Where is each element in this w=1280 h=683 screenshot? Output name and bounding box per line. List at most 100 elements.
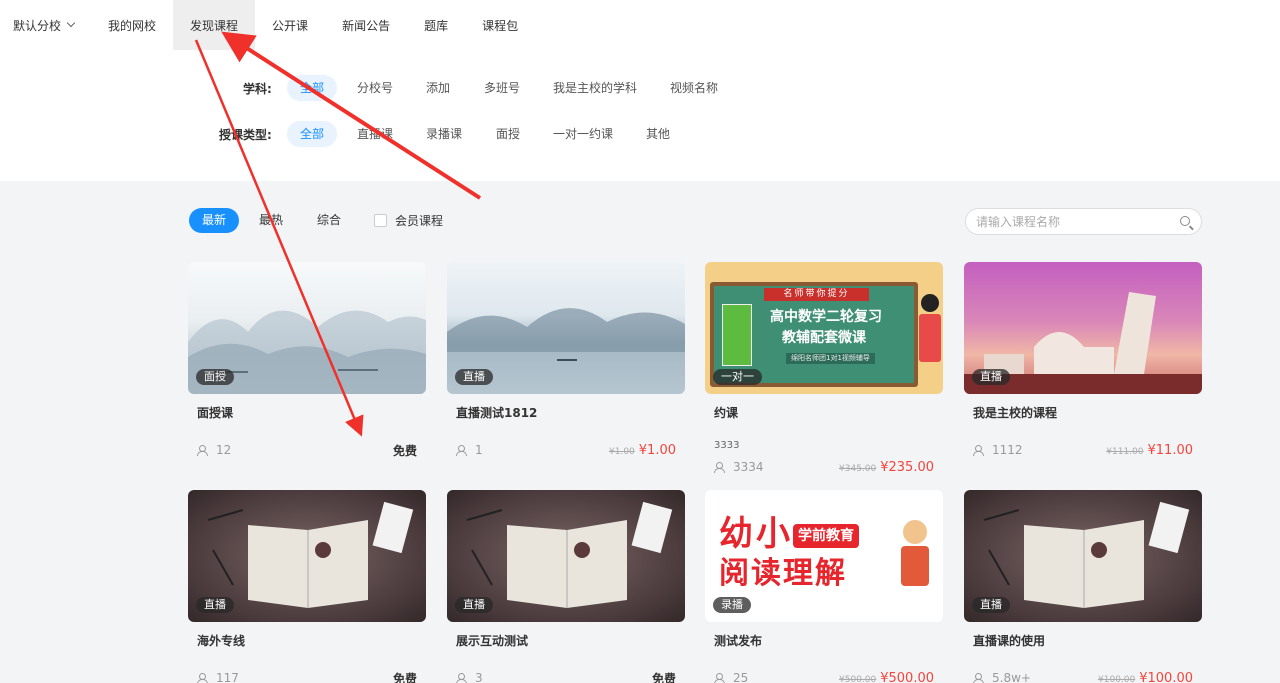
top-nav: 默认分校 我的网校 发现课程 公开课 新闻公告 题库 课程包 — [0, 0, 1280, 50]
course-type-badge: 直播 — [455, 369, 493, 385]
free-label: 免费 — [392, 671, 417, 683]
student-count-value: 12 — [216, 443, 232, 457]
course-card[interactable]: 幼小 学前教育 阅读理解 录播 测试发布 25 ¥500.00 ¥500.00 — [705, 490, 943, 683]
sort-overall[interactable]: 综合 — [304, 208, 354, 233]
chevron-down-icon — [66, 18, 76, 28]
course-thumbnail[interactable]: 直播 — [964, 490, 1202, 622]
user-icon — [456, 672, 469, 683]
student-count: 117 — [197, 671, 239, 683]
nav-news[interactable]: 新闻公告 — [325, 0, 407, 50]
course-price: ¥1.00 ¥1.00 — [609, 443, 676, 458]
course-title[interactable]: 直播测试1812 — [456, 404, 537, 421]
nav-my-school[interactable]: 我的网校 — [91, 0, 173, 50]
teacher-figure-head — [921, 294, 939, 312]
type-chip-one-on-one[interactable]: 一对一约课 — [540, 121, 626, 147]
current-price: ¥11.00 — [1147, 442, 1194, 458]
poster-line2: 教辅配套微课 — [782, 330, 866, 346]
student-count-value: 1112 — [992, 443, 1023, 457]
course-title[interactable]: 面授课 — [197, 404, 233, 421]
user-icon — [197, 672, 210, 683]
search-input[interactable] — [976, 209, 1166, 234]
course-card[interactable]: 直播 直播测试1812 1 ¥1.00 ¥1.00 — [447, 262, 685, 458]
poster-tag: 名师带你提分 — [764, 288, 869, 301]
course-card[interactable]: 直播 我是主校的课程 1112 ¥111.00 ¥11.00 — [964, 262, 1202, 458]
course-title[interactable]: 海外专线 — [197, 632, 245, 649]
original-price: ¥111.00 — [1106, 446, 1144, 457]
kids-illustration — [895, 520, 939, 614]
nav-discover-courses[interactable]: 发现课程 — [173, 0, 256, 50]
sort-hottest[interactable]: 最热 — [246, 208, 296, 233]
subject-chip-main[interactable]: 我是主校的学科 — [540, 75, 650, 101]
type-chip-live[interactable]: 直播课 — [344, 121, 406, 147]
nav-course-package[interactable]: 课程包 — [465, 0, 535, 50]
course-title[interactable]: 展示互动测试 — [456, 632, 528, 649]
course-thumbnail[interactable]: 面授 — [188, 262, 426, 394]
branch-selector[interactable]: 默认分校 — [0, 0, 91, 50]
type-filter-row: 授课类型: 全部 直播课 录播课 面授 一对一约课 其他 — [0, 121, 1280, 147]
subject-chip-add[interactable]: 添加 — [413, 75, 463, 101]
type-chip-other[interactable]: 其他 — [633, 121, 683, 147]
type-label: 授课类型: — [219, 127, 272, 142]
search-icon[interactable] — [1180, 216, 1190, 226]
subject-label: 学科: — [243, 81, 272, 96]
current-price: ¥235.00 — [880, 459, 934, 475]
student-count-value: 117 — [216, 671, 239, 683]
student-count: 3334 — [714, 460, 764, 474]
course-meta: 1112 ¥111.00 ¥11.00 — [973, 440, 1193, 460]
type-chip-all[interactable]: 全部 — [287, 121, 338, 147]
course-meta: 3 免费 — [456, 668, 676, 683]
course-meta: 12 免费 — [197, 440, 417, 460]
course-thumbnail[interactable]: 名师带你提分 高中数学二轮复习 教辅配套微课 绵阳名师团1对1视频辅导 一对一 — [705, 262, 943, 394]
course-meta: 3334 ¥345.00 ¥235.00 — [714, 457, 934, 477]
free-label: 免费 — [392, 443, 417, 458]
subject-chip-branch[interactable]: 分校号 — [344, 75, 406, 101]
type-chip-offline[interactable]: 面授 — [483, 121, 533, 147]
member-course-filter[interactable]: 会员课程 — [374, 212, 443, 229]
current-price: ¥500.00 — [880, 670, 934, 683]
course-title[interactable]: 约课 — [714, 404, 738, 421]
student-count: 25 — [714, 671, 748, 683]
course-card[interactable]: 直播 直播课的使用 5.8w+ ¥100.00 ¥100.00 — [964, 490, 1202, 683]
member-checkbox[interactable] — [374, 214, 387, 227]
original-price: ¥345.00 — [839, 463, 877, 474]
course-card[interactable]: 直播 展示互动测试 3 免费 — [447, 490, 685, 683]
book-image — [722, 304, 752, 366]
free-label: 免费 — [651, 671, 676, 683]
current-price: ¥1.00 — [638, 442, 676, 458]
student-count: 1112 — [973, 443, 1023, 457]
course-price: ¥100.00 ¥100.00 — [1098, 671, 1193, 683]
course-thumbnail[interactable]: 直播 — [447, 262, 685, 394]
nav-question-bank[interactable]: 题库 — [407, 0, 465, 50]
course-card[interactable]: 面授 面授课 12 免费 — [188, 262, 426, 458]
course-price: ¥500.00 ¥500.00 — [839, 671, 934, 683]
student-count: 5.8w+ — [973, 671, 1031, 683]
user-icon — [973, 444, 986, 456]
teacher-figure-body — [919, 314, 941, 362]
course-title[interactable]: 直播课的使用 — [973, 632, 1045, 649]
course-thumbnail[interactable]: 直播 — [964, 262, 1202, 394]
subject-chip-multi[interactable]: 多班号 — [471, 75, 533, 101]
poster-big-text-2: 阅读理解 — [719, 556, 847, 591]
course-type-badge: 直播 — [455, 597, 493, 613]
subject-filter-row: 学科: 全部 分校号 添加 多班号 我是主校的学科 视频名称 — [0, 75, 1280, 101]
course-thumbnail[interactable]: 直播 — [188, 490, 426, 622]
student-count-value: 3334 — [733, 460, 764, 474]
subject-chip-all[interactable]: 全部 — [287, 75, 338, 101]
course-card[interactable]: 直播 海外专线 117 免费 — [188, 490, 426, 683]
user-icon — [714, 461, 727, 473]
course-card[interactable]: 名师带你提分 高中数学二轮复习 教辅配套微课 绵阳名师团1对1视频辅导 一对一 … — [705, 262, 943, 475]
course-thumbnail[interactable]: 直播 — [447, 490, 685, 622]
course-title[interactable]: 测试发布 — [714, 632, 762, 649]
course-type-badge: 直播 — [196, 597, 234, 613]
nav-open-class[interactable]: 公开课 — [255, 0, 325, 50]
subject-chip-video[interactable]: 视频名称 — [657, 75, 731, 101]
course-price: ¥111.00 ¥11.00 — [1106, 443, 1193, 458]
type-chip-recorded[interactable]: 录播课 — [413, 121, 475, 147]
course-thumbnail[interactable]: 幼小 学前教育 阅读理解 录播 — [705, 490, 943, 622]
course-type-badge: 一对一 — [713, 369, 762, 385]
course-subtitle: 3333 — [714, 440, 740, 451]
sort-newest[interactable]: 最新 — [189, 208, 240, 233]
course-title[interactable]: 我是主校的课程 — [973, 404, 1057, 421]
student-count: 1 — [456, 443, 483, 457]
course-search — [965, 208, 1202, 235]
